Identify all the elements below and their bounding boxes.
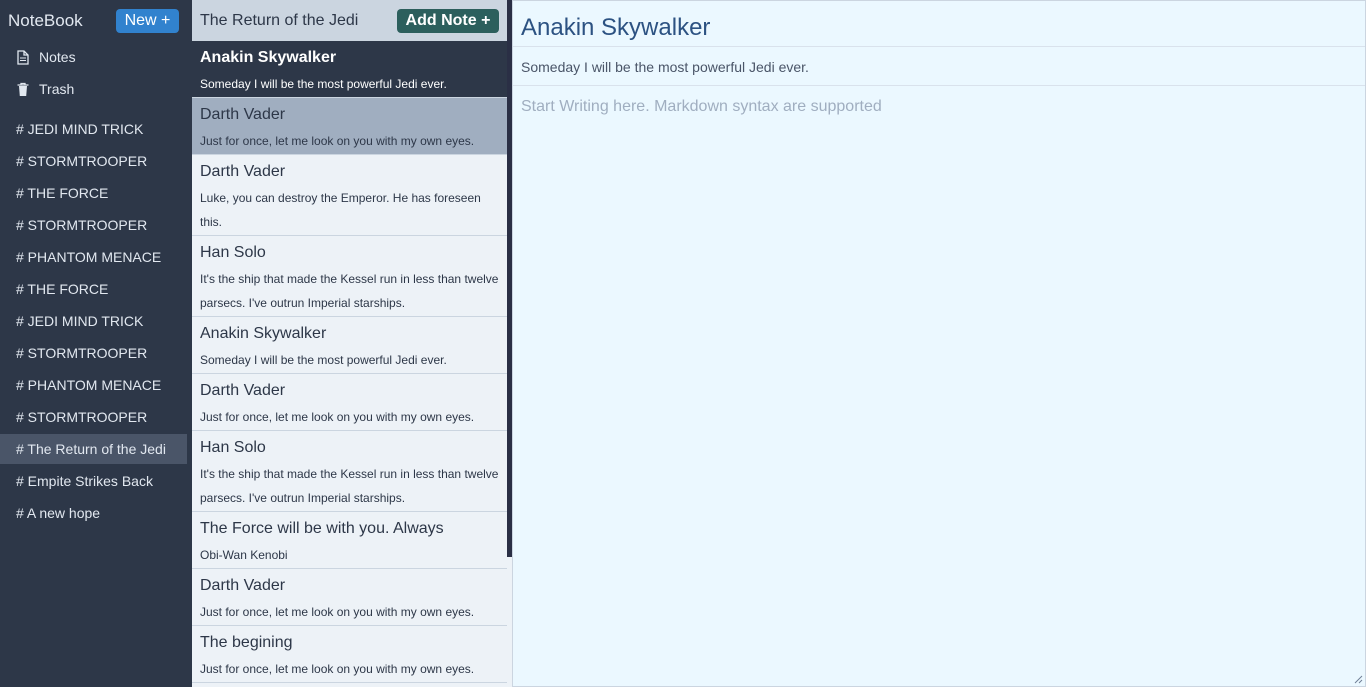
- note-item[interactable]: Han Solo It's the ship that made the Kes…: [192, 431, 507, 512]
- editor-body-textarea[interactable]: Start Writing here. Markdown syntax are …: [521, 98, 882, 116]
- note-title: The begining: [200, 634, 293, 651]
- note-title: Anakin Skywalker: [200, 49, 337, 66]
- editor-description[interactable]: Someday I will be the most powerful Jedi…: [521, 59, 809, 75]
- sidebar-item-label: Notes: [39, 49, 76, 65]
- tag-item[interactable]: # A new hope: [0, 498, 187, 528]
- note-list-header: The Return of the Jedi Add Note +: [192, 0, 507, 41]
- note-editor: Anakin Skywalker Someday I will be the m…: [512, 0, 1366, 687]
- trash-icon: [16, 81, 30, 97]
- tag-item-active[interactable]: # The Return of the Jedi: [0, 434, 187, 464]
- tag-item[interactable]: # THE FORCE: [0, 274, 187, 304]
- note-item-current[interactable]: Anakin Skywalker Someday I will be the m…: [192, 41, 507, 98]
- resize-handle-icon[interactable]: [1353, 674, 1363, 684]
- tag-item[interactable]: # PHANTOM MENACE: [0, 242, 187, 272]
- note-preview: It's the ship that made the Kessel run i…: [200, 467, 499, 505]
- tag-item[interactable]: # STORMTROOPER: [0, 338, 187, 368]
- note-preview: Someday I will be the most powerful Jedi…: [200, 77, 447, 91]
- document-icon: [16, 49, 30, 65]
- divider: [513, 46, 1365, 47]
- note-item[interactable]: The begining Just for once, let me look …: [192, 626, 507, 683]
- note-title: Darth Vader: [200, 382, 286, 399]
- tag-item[interactable]: # JEDI MIND TRICK: [0, 114, 187, 144]
- editor-title[interactable]: Anakin Skywalker: [521, 14, 710, 42]
- new-notebook-button[interactable]: New +: [116, 9, 179, 33]
- note-title: Anakin Skywalker: [200, 325, 327, 342]
- note-list: The Return of the Jedi Add Note + Anakin…: [192, 0, 507, 687]
- tag-item[interactable]: # STORMTROOPER: [0, 402, 187, 432]
- note-preview: Just for once, let me look on you with m…: [200, 410, 475, 424]
- note-item[interactable]: Darth Vader Just for once, let me look o…: [192, 569, 507, 626]
- sidebar-item-label: Trash: [39, 81, 75, 97]
- note-title: Han Solo: [200, 244, 266, 261]
- sidebar-header: NoteBook New +: [0, 0, 192, 41]
- notebook-title: The Return of the Jedi: [200, 12, 359, 29]
- sidebar: NoteBook New + Notes Trash # JEDI MIND T…: [0, 0, 192, 687]
- tag-item[interactable]: # STORMTROOPER: [0, 146, 187, 176]
- note-item[interactable]: Anakin Skywalker Someday I will be the m…: [192, 317, 507, 374]
- note-title: Han Solo: [200, 439, 266, 456]
- note-preview: Just for once, let me look on you with m…: [200, 662, 475, 676]
- note-preview: Someday I will be the most powerful Jedi…: [200, 353, 447, 367]
- tag-item[interactable]: # THE FORCE: [0, 178, 187, 208]
- tag-item[interactable]: # JEDI MIND TRICK: [0, 306, 187, 336]
- note-title: Darth Vader: [200, 106, 286, 123]
- note-preview: Just for once, let me look on you with m…: [200, 605, 475, 619]
- note-item[interactable]: The Force will be with you. Always Obi-W…: [192, 512, 507, 569]
- note-item[interactable]: Darth Vader Just for once, let me look o…: [192, 374, 507, 431]
- sidebar-item-trash[interactable]: Trash: [16, 77, 74, 101]
- tag-item[interactable]: # Empite Strikes Back: [0, 466, 187, 496]
- note-title: The Force will be with you. Always: [200, 520, 444, 537]
- tag-item[interactable]: # STORMTROOPER: [0, 210, 187, 240]
- divider: [513, 85, 1365, 86]
- note-preview: Just for once, let me look on you with m…: [200, 134, 475, 148]
- note-item[interactable]: Darth Vader Luke, you can destroy the Em…: [192, 155, 507, 236]
- note-preview: Luke, you can destroy the Emperor. He ha…: [200, 191, 481, 229]
- note-preview: Obi-Wan Kenobi: [200, 548, 288, 562]
- note-preview: It's the ship that made the Kessel run i…: [200, 272, 499, 310]
- note-title: Darth Vader: [200, 163, 286, 180]
- app-brand: NoteBook: [8, 11, 83, 30]
- sidebar-item-notes[interactable]: Notes: [16, 45, 76, 69]
- note-item-hovered[interactable]: Darth Vader Just for once, let me look o…: [192, 98, 507, 155]
- note-item[interactable]: Han Solo It's the ship that made the Kes…: [192, 236, 507, 317]
- tag-item[interactable]: # PHANTOM MENACE: [0, 370, 187, 400]
- add-note-button[interactable]: Add Note +: [397, 9, 499, 33]
- note-title: Darth Vader: [200, 577, 286, 594]
